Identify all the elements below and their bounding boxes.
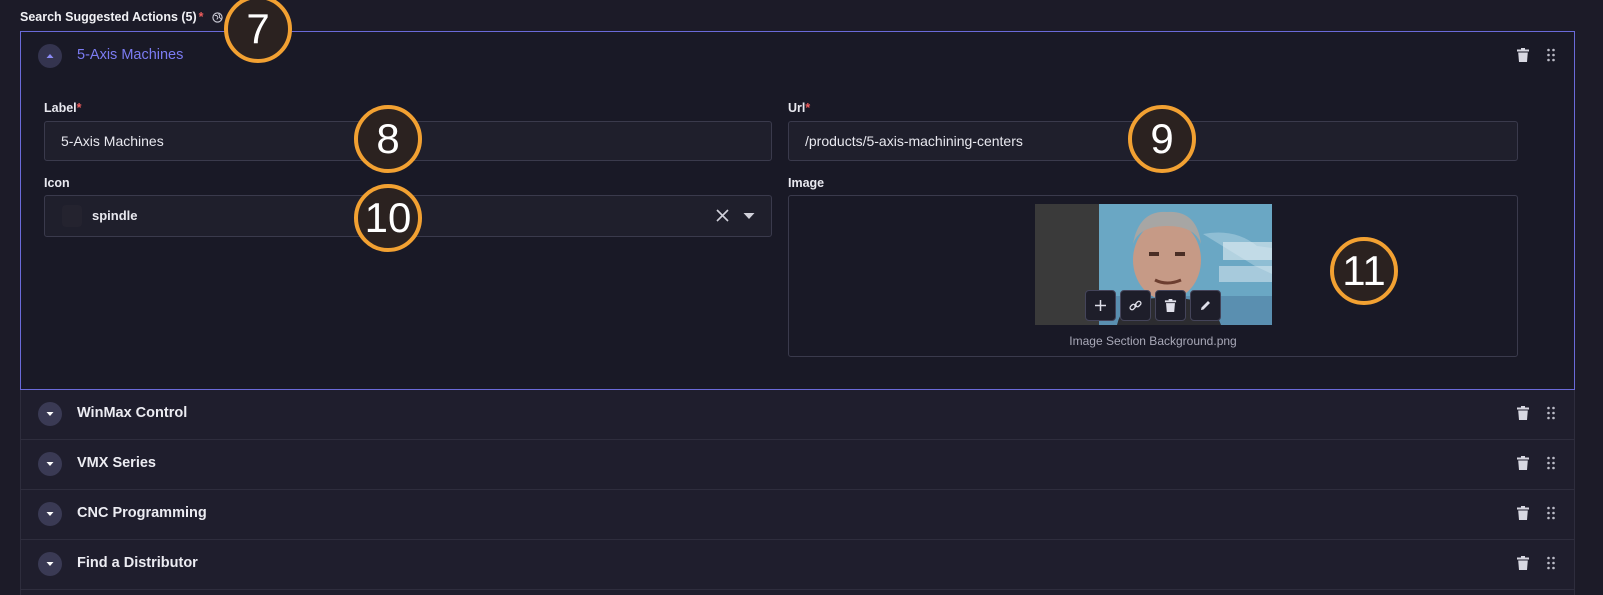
required-mark: * [76, 101, 82, 115]
field-title-text: Search Suggested Actions (5) [20, 10, 197, 24]
trash-icon[interactable] [1517, 556, 1529, 570]
label-input-value: 5-Axis Machines [61, 133, 164, 149]
chevron-down-icon [46, 412, 54, 416]
link-image-button[interactable] [1120, 290, 1151, 321]
drag-handle-icon[interactable] [1546, 506, 1556, 520]
pencil-icon [1201, 301, 1210, 310]
collapse-toggle-button[interactable] [38, 44, 62, 68]
expand-toggle-button[interactable] [38, 552, 62, 576]
accordion-item-open: 5-Axis Machines Label* 5-Axis Machines U… [20, 31, 1575, 390]
suggested-actions-list: 5-Axis Machines Label* 5-Axis Machines U… [20, 31, 1575, 595]
accordion-item[interactable]: Find a Distributor [20, 540, 1575, 590]
trash-icon[interactable] [1517, 48, 1529, 62]
clear-icon[interactable] [716, 209, 729, 222]
accordion-item-partial [20, 590, 1575, 595]
drag-handle-icon[interactable] [1546, 456, 1556, 470]
accordion-item[interactable]: CNC Programming [20, 490, 1575, 540]
url-input-value: /products/5-axis-machining-centers [805, 133, 1023, 149]
add-image-button[interactable] [1085, 290, 1116, 321]
image-field-label: Image [788, 176, 825, 190]
url-field-label-text: Url [788, 101, 806, 115]
url-field-label: Url* [788, 101, 810, 115]
trash-icon [1164, 299, 1177, 312]
label-field-label-text: Label [44, 101, 77, 115]
spindle-icon [62, 205, 82, 227]
image-file-name: Image Section Background.png [1069, 334, 1237, 348]
drag-handle-icon[interactable] [1546, 556, 1556, 570]
delete-image-button[interactable] [1155, 290, 1186, 321]
icon-select-value: spindle [92, 208, 138, 223]
accordion-item-title: VMX Series [77, 455, 156, 471]
callout-badge: 10 [354, 184, 422, 252]
callout-badge: 11 [1330, 237, 1398, 305]
field-title: Search Suggested Actions (5) * [20, 10, 223, 24]
globe-icon[interactable] [211, 11, 223, 23]
accordion-item[interactable]: VMX Series [20, 440, 1575, 490]
accordion-item[interactable]: WinMax Control [20, 390, 1575, 440]
required-mark: * [198, 10, 204, 24]
accordion-item-title: WinMax Control [77, 405, 188, 421]
trash-icon[interactable] [1517, 406, 1529, 420]
trash-icon[interactable] [1517, 506, 1529, 520]
chevron-down-icon[interactable] [743, 212, 755, 220]
chevron-up-icon [46, 54, 54, 58]
accordion-item-title: CNC Programming [77, 505, 207, 521]
chevron-down-icon [46, 512, 54, 516]
callout-badge: 8 [354, 105, 422, 173]
label-field-label: Label* [44, 101, 82, 115]
accordion-item-title: Find a Distributor [77, 555, 198, 571]
accordion-item-title: 5-Axis Machines [77, 47, 184, 63]
callout-badge: 9 [1128, 105, 1196, 173]
icon-field-label: Icon [44, 176, 70, 190]
edit-image-button[interactable] [1190, 290, 1221, 321]
image-upload-box: Image Section Background.png [788, 195, 1518, 357]
link-icon [1129, 300, 1142, 311]
drag-handle-icon[interactable] [1546, 406, 1556, 420]
trash-icon[interactable] [1517, 456, 1529, 470]
image-toolbar [1085, 290, 1221, 321]
drag-handle-icon[interactable] [1546, 48, 1556, 62]
expand-toggle-button[interactable] [38, 452, 62, 476]
expand-toggle-button[interactable] [38, 502, 62, 526]
required-mark: * [805, 101, 811, 115]
expand-toggle-button[interactable] [38, 402, 62, 426]
chevron-down-icon [46, 462, 54, 466]
chevron-down-icon [46, 562, 54, 566]
plus-icon [1095, 300, 1106, 311]
